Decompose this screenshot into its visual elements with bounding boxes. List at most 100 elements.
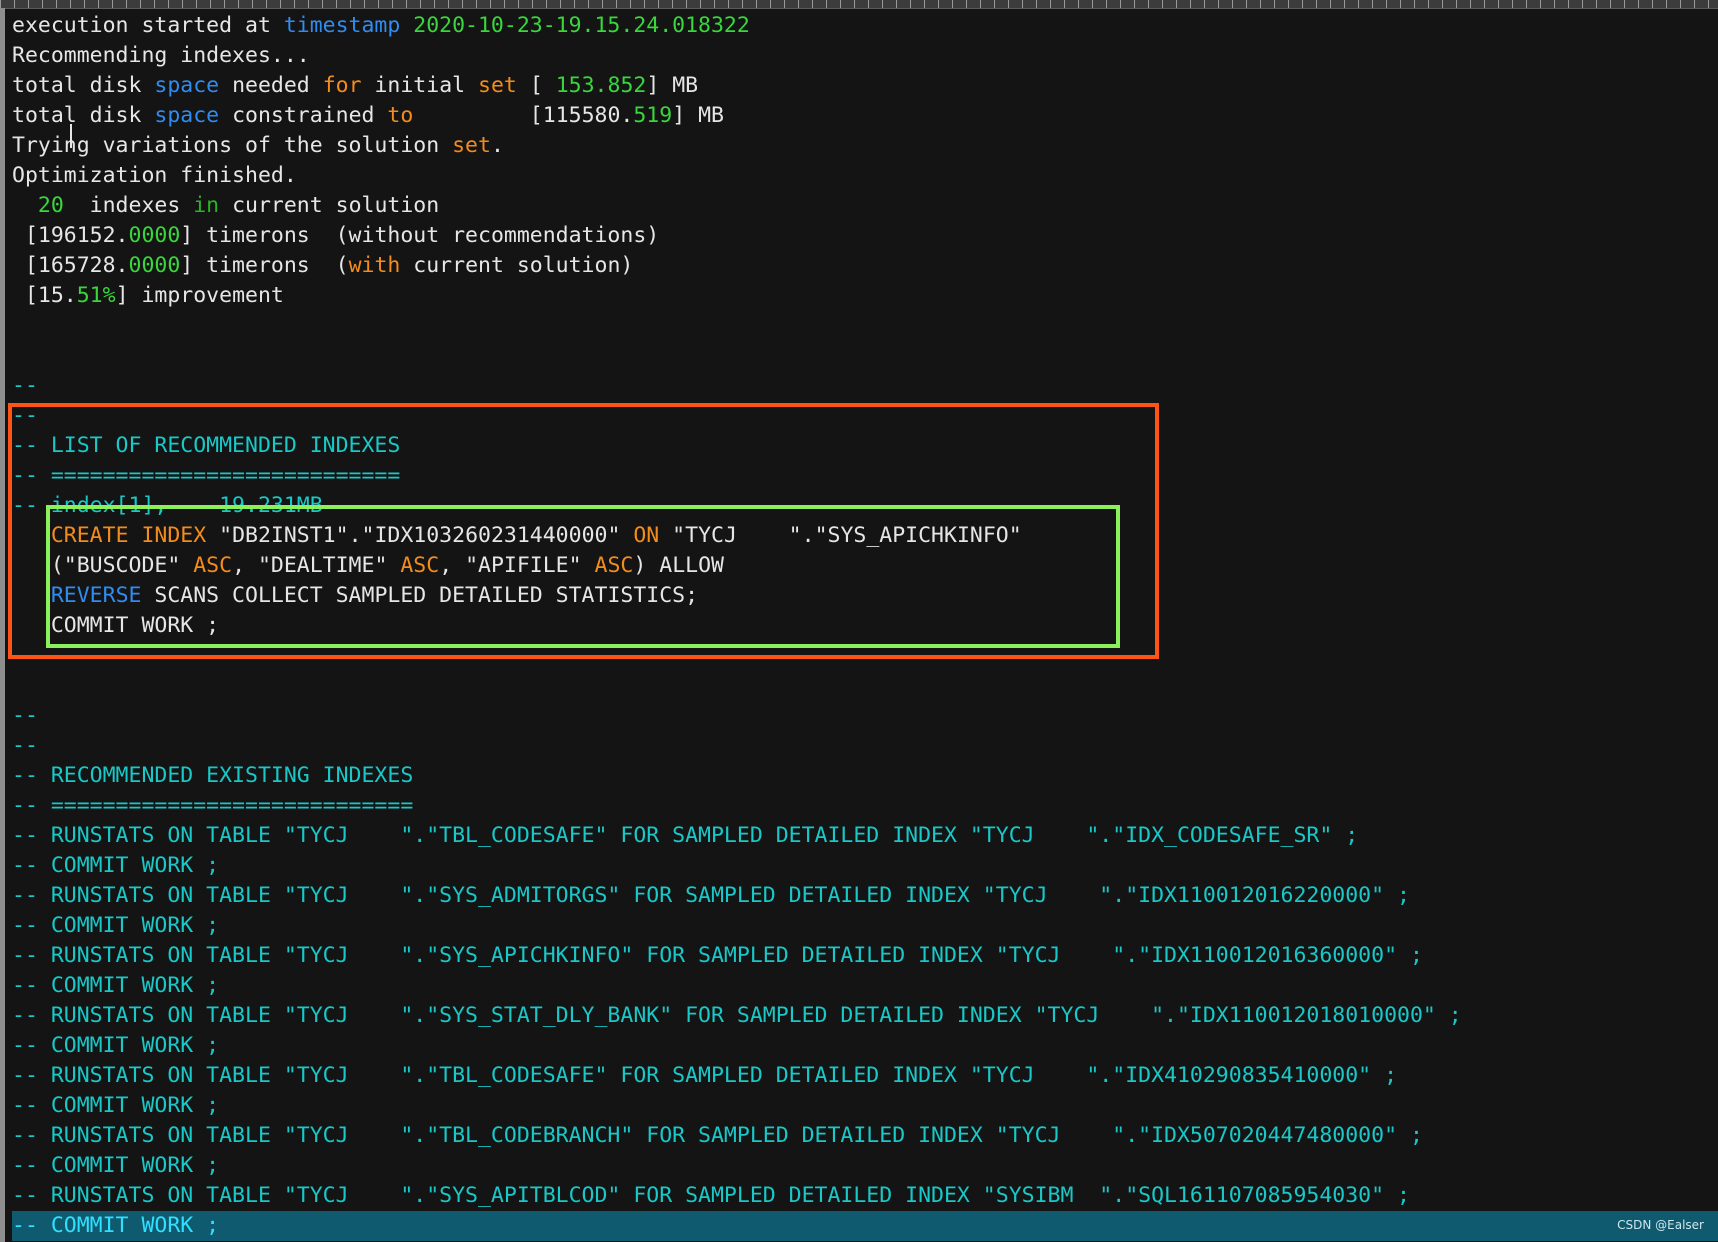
terminal-text-segment: 2020-10-23-19.15.24.018322: [400, 13, 750, 38]
terminal-line: -- COMMIT WORK ;: [12, 911, 1712, 941]
terminal-text-segment: CREATE INDEX: [50, 523, 207, 548]
terminal-text-segment: in: [193, 193, 220, 218]
terminal-text-segment: -- COMMIT WORK ;: [12, 973, 220, 998]
terminal-line: -- COMMIT WORK ;: [12, 1091, 1712, 1121]
terminal-text-segment: [: [516, 73, 556, 98]
terminal-text-segment: [115580.: [413, 103, 634, 128]
terminal-text-segment: 0000: [128, 253, 181, 278]
window-top-ruler: [0, 0, 1718, 9]
terminal-text-segment: indexes: [63, 193, 194, 218]
terminal-text-segment: --: [12, 733, 38, 758]
left-gutter: [0, 8, 5, 1242]
terminal-text-segment: initial: [361, 73, 479, 98]
terminal-text-segment: -- index[1], 19.231MB: [12, 493, 323, 518]
terminal-line: Optimization finished.: [12, 161, 1712, 191]
terminal-text-segment: -- COMMIT WORK ;: [12, 1033, 220, 1058]
terminal-line: -- RUNSTATS ON TABLE "TYCJ "."SYS_APICHK…: [12, 941, 1712, 971]
terminal-text-segment: "DB2INST1"."IDX103260231440000": [206, 523, 634, 548]
terminal-line: Recommending indexes...: [12, 41, 1712, 71]
terminal-line: --: [12, 731, 1712, 761]
terminal-line: -- ============================: [12, 791, 1712, 821]
terminal-text-segment: 0000: [128, 223, 181, 248]
terminal-text-segment: [196152.: [12, 223, 129, 248]
terminal-text-segment: --: [12, 403, 38, 428]
terminal-line: -- RUNSTATS ON TABLE "TYCJ "."TBL_CODEBR…: [12, 1121, 1712, 1151]
terminal-text-segment: "TYCJ "."SYS_APICHKINFO": [659, 523, 1022, 548]
terminal-text-segment: execution started at: [12, 13, 284, 38]
terminal-text-segment: ON: [633, 523, 660, 548]
terminal-line: -- ===========================: [12, 461, 1712, 491]
terminal-text-segment: -- RECOMMENDED EXISTING INDEXES: [12, 763, 414, 788]
terminal-text-segment: -- COMMIT WORK ;: [12, 913, 220, 938]
terminal-text-segment: -- ===========================: [12, 463, 401, 488]
terminal-text-segment: to: [387, 103, 414, 128]
terminal-line: -- RUNSTATS ON TABLE "TYCJ "."TBL_CODESA…: [12, 1061, 1712, 1091]
terminal-line: --: [12, 371, 1712, 401]
terminal-line: --: [12, 401, 1712, 431]
terminal-text-segment: ] timerons (: [180, 253, 349, 278]
terminal-text-segment: ] MB: [646, 73, 699, 98]
terminal-text-segment: -- RUNSTATS ON TABLE "TYCJ "."SYS_STAT_D…: [12, 1003, 1462, 1028]
terminal-text-segment: [165728.: [12, 253, 129, 278]
terminal-text-segment: 51%: [76, 283, 116, 308]
terminal-line: [15.51%] improvement: [12, 281, 1712, 311]
terminal-text-segment: , "APIFILE": [439, 553, 595, 578]
terminal-text-segment: -- RUNSTATS ON TABLE "TYCJ "."TBL_CODEBR…: [12, 1123, 1423, 1148]
terminal-text-segment: -- COMMIT WORK ;: [12, 1153, 220, 1178]
terminal-line: Trying variations of the solution set.: [12, 131, 1712, 161]
terminal-text-segment: needed: [219, 73, 323, 98]
terminal-text-segment: COMMIT WORK ;: [12, 613, 220, 638]
terminal-line: 20 indexes in current solution: [12, 191, 1712, 221]
terminal-line: REVERSE SCANS COLLECT SAMPLED DETAILED S…: [12, 581, 1712, 611]
terminal-text-segment: for: [322, 73, 362, 98]
terminal-text-segment: , "DEALTIME": [232, 553, 401, 578]
terminal-text-segment: space: [154, 103, 220, 128]
terminal-text-segment: -- LIST OF RECOMMENDED INDEXES: [12, 433, 401, 458]
terminal-line: total disk space constrained to [115580.…: [12, 101, 1712, 131]
terminal-text-segment: ) ALLOW: [633, 553, 724, 578]
terminal-text-segment: ] timerons (without recommendations): [180, 223, 660, 248]
terminal-line: -- RUNSTATS ON TABLE "TYCJ "."SYS_ADMITO…: [12, 881, 1712, 911]
terminal-text-segment: 519: [633, 103, 673, 128]
terminal-line: CREATE INDEX "DB2INST1"."IDX103260231440…: [12, 521, 1712, 551]
terminal-text-segment: -- COMMIT WORK ;: [12, 853, 220, 878]
terminal-line: total disk space needed for initial set …: [12, 71, 1712, 101]
terminal-line: -- RUNSTATS ON TABLE "TYCJ "."SYS_APITBL…: [12, 1181, 1712, 1211]
terminal-text-segment: ("BUSCODE": [12, 553, 194, 578]
terminal-line: -- LIST OF RECOMMENDED INDEXES: [12, 431, 1712, 461]
terminal-line: -- index[1], 19.231MB: [12, 491, 1712, 521]
terminal-text-segment: -- COMMIT WORK ;: [12, 1213, 220, 1238]
terminal-text-segment: space: [154, 73, 220, 98]
terminal-line: [196152.0000] timerons (without recommen…: [12, 221, 1712, 251]
terminal-text-segment: timestamp: [283, 13, 401, 38]
terminal-line: --: [12, 701, 1712, 731]
terminal-text-segment: 20: [37, 193, 64, 218]
terminal-line: -- COMMIT WORK ;: [12, 1211, 1718, 1241]
watermark: CSDN @Ealser: [1617, 1218, 1704, 1232]
terminal-line: execution started at timestamp 2020-10-2…: [12, 11, 1712, 41]
terminal-text-segment: set: [478, 73, 517, 98]
terminal-line: -- COMMIT WORK ;: [12, 1151, 1712, 1181]
terminal-text-segment: -- RUNSTATS ON TABLE "TYCJ "."SYS_APITBL…: [12, 1183, 1410, 1208]
terminal-line: -- COMMIT WORK ;: [12, 851, 1712, 881]
terminal-line: -- RUNSTATS ON TABLE "TYCJ "."TBL_CODESA…: [12, 821, 1712, 851]
terminal-text-segment: ] MB: [672, 103, 724, 128]
terminal-text-segment: [15.: [12, 283, 77, 308]
terminal-text-segment: ] improvement: [115, 283, 284, 308]
terminal-line: COMMIT WORK ;: [12, 611, 1712, 641]
terminal-text-segment: with: [348, 253, 401, 278]
terminal-line: ("BUSCODE" ASC, "DEALTIME" ASC, "APIFILE…: [12, 551, 1712, 581]
terminal-line: -- RECOMMENDED EXISTING INDEXES: [12, 761, 1712, 791]
terminal-line: -- COMMIT WORK ;: [12, 971, 1712, 1001]
terminal-output[interactable]: execution started at timestamp 2020-10-2…: [12, 11, 1718, 1241]
terminal-text-segment: -- ============================: [12, 793, 414, 818]
terminal-text-segment: current solution): [400, 253, 634, 278]
text-cursor-icon: [70, 124, 72, 148]
